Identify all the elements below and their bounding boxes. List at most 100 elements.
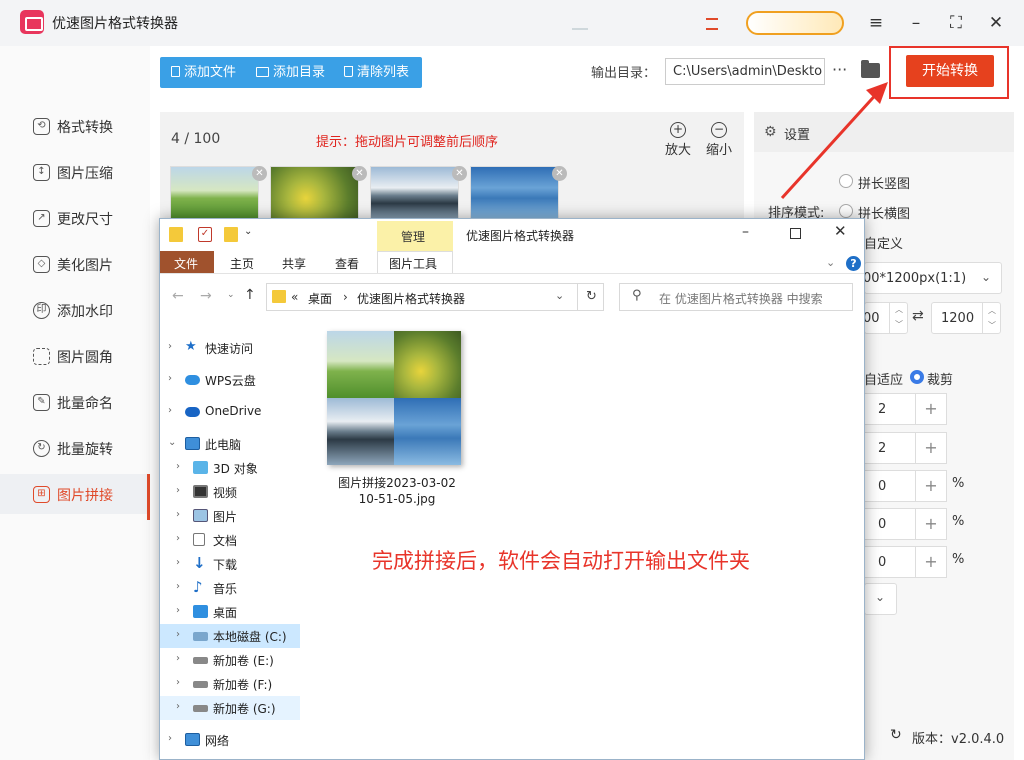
tab-share[interactable]: 共享 (282, 255, 306, 272)
search-box[interactable]: ⚲ 在 优速图片格式转换器 中搜索 (619, 283, 853, 311)
expand-arrow-icon[interactable]: › (176, 533, 180, 544)
minimize-icon[interactable]: – (903, 10, 929, 36)
expand-arrow-icon[interactable]: › (176, 461, 180, 472)
nav-item-onedrive[interactable]: › OneDrive (160, 400, 300, 424)
nav-item-drive-f[interactable]: › 新加卷 (F:) (160, 672, 300, 696)
maximize-icon[interactable]: ⛶ (943, 10, 969, 36)
sidebar-item-stitch[interactable]: ⊞ 图片拼接 (0, 474, 150, 520)
explorer-close-icon[interactable]: ✕ (834, 222, 847, 240)
border-input[interactable]: 0 (864, 546, 916, 578)
radio-crop[interactable] (910, 370, 924, 384)
sidebar-item-watermark[interactable]: 印添加水印 (0, 290, 150, 330)
nav-item-drive-c[interactable]: › 本地磁盘 (C:) (160, 624, 300, 648)
width-stepper[interactable]: ︿ ﹀ (889, 302, 908, 334)
thumb-meadow[interactable] (170, 166, 259, 220)
spacing-input[interactable]: 0 (864, 470, 916, 502)
nav-item-documents[interactable]: › 文档 (160, 528, 300, 552)
file-name[interactable]: 图片拼接2023-03-02 10-51-05.jpg (332, 475, 462, 507)
nav-item-wps-cloud[interactable]: › WPS云盘 (160, 368, 300, 392)
close-icon[interactable]: ✕ (983, 10, 1009, 36)
breadcrumb-desktop[interactable]: 桌面 (308, 290, 332, 307)
tab-view[interactable]: 查看 (335, 255, 359, 272)
expand-arrow-icon[interactable]: › (176, 653, 180, 664)
zoom-out-button[interactable]: − 缩小 (702, 122, 736, 158)
remove-image-icon[interactable]: ✕ (552, 166, 567, 181)
expand-arrow-icon[interactable]: › (168, 733, 172, 744)
quick-access-dropdown-icon[interactable]: ⌄ (244, 226, 252, 237)
open-folder-icon[interactable] (861, 60, 880, 78)
nav-item-downloads[interactable]: › ↓ 下载 (160, 552, 300, 576)
nav-item-drive-e[interactable]: › 新加卷 (E:) (160, 648, 300, 672)
columns-plus-button[interactable]: + (915, 432, 947, 464)
expand-arrow-icon[interactable]: › (176, 629, 180, 640)
link-ratio-icon[interactable]: ⇄ (912, 308, 924, 324)
stitched-image-file[interactable] (327, 331, 461, 465)
sidebar-item-round-corner[interactable]: 图片圆角 (0, 336, 150, 376)
margin-plus-button[interactable]: + (915, 508, 947, 540)
remove-image-icon[interactable]: ✕ (252, 166, 267, 181)
rows-input[interactable]: 2 (864, 393, 916, 425)
sidebar-item-rename[interactable]: ✎ 批量命名 (0, 382, 150, 422)
add-file-button[interactable]: 添加文件 (171, 57, 236, 88)
background-select[interactable]: ⌄ (864, 583, 897, 615)
sidebar-item-rotate[interactable]: ↻ 批量旋转 (0, 428, 150, 468)
explorer-minimize-icon[interactable]: – (742, 224, 749, 240)
help-icon[interactable]: ? (846, 256, 861, 271)
expand-arrow-icon[interactable]: › (176, 701, 180, 712)
properties-icon[interactable]: ✓ (198, 227, 212, 242)
expand-arrow-icon[interactable]: › (176, 677, 180, 688)
recent-locations-icon[interactable]: ⌄ (227, 290, 235, 300)
expand-arrow-icon[interactable]: › (168, 405, 172, 416)
expand-arrow-icon[interactable]: › (176, 605, 180, 616)
expand-arrow-icon[interactable]: › (176, 557, 180, 568)
nav-item-pictures[interactable]: › 图片 (160, 504, 300, 528)
expand-arrow-icon[interactable]: › (176, 581, 180, 592)
size-preset-select[interactable]: 00*1200px(1:1) ⌄ (863, 262, 1002, 294)
nav-item-desktop[interactable]: › 桌面 (160, 600, 300, 624)
height-stepper[interactable]: ︿ ﹀ (982, 303, 1001, 333)
expand-arrow-icon[interactable]: › (168, 373, 172, 384)
up-icon[interactable]: ↑ (244, 287, 256, 303)
zoom-in-button[interactable]: + 放大 (661, 122, 695, 158)
nav-item-quick-access[interactable]: › ★ 快速访问 (160, 336, 300, 360)
nav-item-videos[interactable]: › 视频 (160, 480, 300, 504)
sidebar-item-resize[interactable]: ↗ 更改尺寸 (0, 198, 150, 238)
ribbon-collapse-icon[interactable]: ⌄ (826, 256, 835, 269)
forward-icon[interactable]: → (200, 288, 212, 304)
sidebar-item-compress[interactable]: ↕ 图片压缩 (0, 152, 150, 192)
new-folder-icon[interactable] (224, 227, 238, 242)
address-dropdown-icon[interactable]: ⌄ (555, 289, 564, 302)
more-options-icon[interactable]: ··· (832, 60, 847, 79)
expand-arrow-icon[interactable]: › (176, 509, 180, 520)
thumb-mountain-lake[interactable] (370, 166, 459, 220)
explorer-maximize-icon[interactable] (790, 228, 801, 239)
nav-item-network[interactable]: › 网络 (160, 728, 300, 752)
breadcrumb-overflow[interactable]: « (291, 290, 298, 304)
nav-item-drive-g[interactable]: › 新加卷 (G:) (160, 696, 300, 720)
tab-home[interactable]: 主页 (230, 255, 254, 272)
spacing-plus-button[interactable]: + (915, 470, 947, 502)
quick-folder-icon[interactable] (169, 227, 183, 242)
columns-input[interactable]: 2 (864, 432, 916, 464)
breadcrumb-current[interactable]: 优速图片格式转换器 (357, 290, 465, 307)
rows-plus-button[interactable]: + (915, 393, 947, 425)
nav-item-this-pc[interactable]: ⌄ 此电脑 (160, 432, 300, 456)
sidebar-item-format-convert[interactable]: ⟲ 格式转换 (0, 106, 150, 146)
refresh-icon[interactable]: ↻ (577, 284, 605, 310)
thumb-rapeseed[interactable] (270, 166, 359, 220)
radio-horizontal[interactable] (839, 204, 853, 218)
border-plus-button[interactable]: + (915, 546, 947, 578)
back-icon[interactable]: ← (172, 288, 184, 304)
expand-arrow-icon[interactable]: ⌄ (168, 437, 176, 448)
address-bar[interactable]: « 桌面 › 优速图片格式转换器 ⌄ ↻ (266, 283, 604, 311)
clear-list-button[interactable]: 清除列表 (344, 57, 409, 88)
margin-input[interactable]: 0 (864, 508, 916, 540)
expand-arrow-icon[interactable]: › (168, 341, 172, 352)
thumb-blue-mountains[interactable] (470, 166, 559, 220)
remove-image-icon[interactable]: ✕ (352, 166, 367, 181)
expand-arrow-icon[interactable]: › (176, 485, 180, 496)
menu-icon[interactable]: ≡ (863, 10, 889, 36)
add-folder-button[interactable]: 添加目录 (256, 57, 325, 88)
height-input[interactable]: 1200 ︿ ﹀ (931, 302, 1001, 334)
nav-item-3d-objects[interactable]: › 3D 对象 (160, 456, 300, 480)
